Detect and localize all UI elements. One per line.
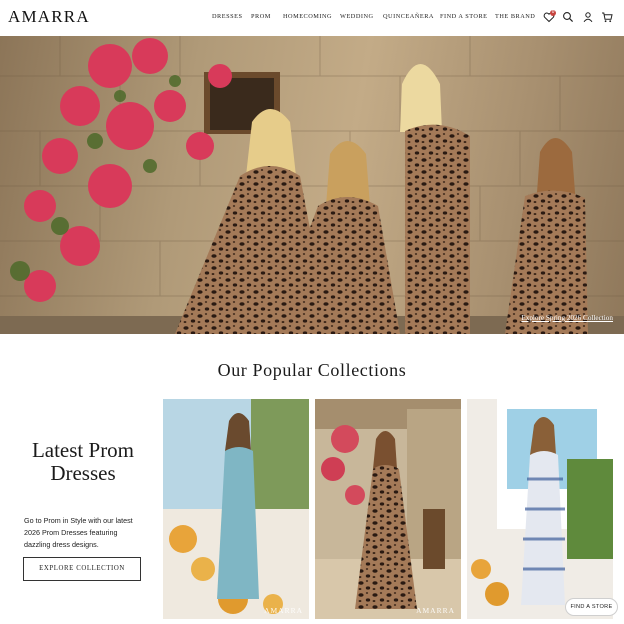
card-image xyxy=(467,399,613,619)
find-a-store-button[interactable]: FIND A STORE xyxy=(565,598,618,616)
nav-item-the-brand[interactable]: THE BRAND xyxy=(495,13,535,20)
user-icon[interactable] xyxy=(582,11,594,23)
promo-heading: Latest Prom Dresses xyxy=(31,438,135,485)
card-watermark: AMARRA xyxy=(416,606,455,615)
explore-collection-button[interactable]: EXPLORE COLLECTION xyxy=(23,557,141,581)
nav-item-wedding[interactable]: WEDDING xyxy=(340,13,374,20)
wishlist-count-badge: 0 xyxy=(550,10,556,16)
promo-description: Go to Prom in Style with our latest 2026… xyxy=(24,516,133,549)
collection-card[interactable]: AMARRA xyxy=(315,399,461,619)
section-title: Our Popular Collections xyxy=(217,360,407,380)
site-header: AMARRA DRESSES PROM HOMECOMING WEDDING Q… xyxy=(0,0,624,37)
card-image xyxy=(163,399,309,619)
nav-item-quinceanera[interactable]: QUINCEAÑERA xyxy=(383,13,434,20)
hero-image xyxy=(0,36,624,334)
hero-banner[interactable]: Explore Spring 2026 Collection xyxy=(0,36,624,334)
collection-card[interactable] xyxy=(467,399,613,619)
collection-card[interactable]: AMARRA xyxy=(163,399,309,619)
nav-item-find-a-store[interactable]: FIND A STORE xyxy=(440,13,488,20)
card-watermark: AMARRA xyxy=(264,606,303,615)
cart-icon[interactable] xyxy=(601,11,613,23)
brand-logo[interactable]: AMARRA xyxy=(8,7,90,27)
nav-item-prom[interactable]: PROM xyxy=(251,13,271,20)
card-image xyxy=(315,399,461,619)
search-icon[interactable] xyxy=(562,11,574,23)
nav-item-homecoming[interactable]: HOMECOMING xyxy=(283,13,332,20)
nav-item-dresses[interactable]: DRESSES xyxy=(212,13,242,20)
explore-spring-collection-link[interactable]: Explore Spring 2026 Collection xyxy=(521,314,613,322)
